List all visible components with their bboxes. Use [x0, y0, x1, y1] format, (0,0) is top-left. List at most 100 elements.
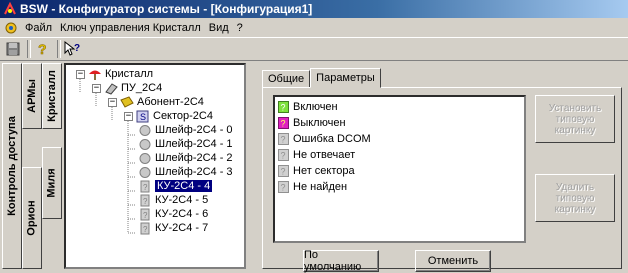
- key-icon: ?: [140, 180, 150, 192]
- tree-node-pu[interactable]: − ПУ_2С4: [92, 81, 162, 95]
- tag-icon: [105, 82, 118, 95]
- svg-text:?: ?: [281, 151, 286, 161]
- tab-orion[interactable]: Орион: [22, 167, 42, 269]
- gray-indicator-icon: ?: [278, 133, 289, 145]
- svg-text:S: S: [140, 112, 146, 122]
- tree-node-ku-7[interactable]: ? КУ-2С4 - 7: [138, 221, 208, 235]
- svg-text:?: ?: [143, 197, 148, 206]
- tab-strip: Общие Параметры: [262, 68, 381, 88]
- vertical-tab-area: Контроль доступа АРМы Кристалл Орион Мил…: [2, 63, 62, 269]
- svg-text:?: ?: [281, 119, 286, 129]
- menu-help[interactable]: ?: [233, 22, 247, 34]
- tree-node-ku-6[interactable]: ? КУ-2С4 - 6: [138, 207, 208, 221]
- loop-icon: [139, 124, 151, 136]
- tree-node-loop-1[interactable]: Шлейф-2С4 - 1: [138, 137, 233, 151]
- svg-text:?: ?: [281, 135, 286, 145]
- tab-milya[interactable]: Миля: [42, 147, 62, 219]
- system-menu-icon[interactable]: [4, 21, 18, 35]
- context-help-button[interactable]: ?: [64, 40, 82, 58]
- svg-text:?: ?: [281, 167, 286, 177]
- tree-node-label: Абонент-2С4: [137, 96, 204, 108]
- tree-node-loop-2[interactable]: Шлейф-2С4 - 2: [138, 151, 233, 165]
- menu-file[interactable]: Файл: [21, 22, 56, 34]
- state-item-no-response[interactable]: ? Не отвечает: [278, 148, 355, 162]
- tree-node-label: Шлейф-2С4 - 1: [155, 138, 233, 150]
- key-icon: ?: [140, 208, 150, 220]
- title-bar[interactable]: BSW - Конфигуратор системы - [Конфигурац…: [0, 0, 628, 18]
- tree-node-label: КУ-2С4 - 5: [155, 194, 209, 206]
- tree-node-sector[interactable]: − S Сектор-2С4: [124, 109, 213, 123]
- tab-milya-label: Миля: [46, 168, 58, 198]
- key-icon: ?: [140, 222, 150, 234]
- tree-node-ku-4[interactable]: ? КУ-2С4 - 4: [138, 179, 213, 193]
- tree-node-label: Шлейф-2С4 - 2: [155, 152, 233, 164]
- pane-splitter[interactable]: [246, 63, 256, 269]
- magenta-indicator-icon: ?: [278, 117, 289, 129]
- menu-crystal-key[interactable]: Ключ управления Кристалл: [56, 22, 205, 34]
- device-tree[interactable]: − Кристалл − ПУ_2С4 − Абонент-2С4 − S Се…: [64, 63, 246, 269]
- tree-node-subscriber[interactable]: − Абонент-2С4: [108, 95, 204, 109]
- loop-icon: [139, 152, 151, 164]
- toolbar-separator: [57, 40, 61, 58]
- state-item-off[interactable]: ? Выключен: [278, 116, 346, 130]
- tree-node-loop-3[interactable]: Шлейф-2С4 - 3: [138, 165, 233, 179]
- state-item-no-sector[interactable]: ? Нет сектора: [278, 164, 355, 178]
- green-indicator-icon: ?: [278, 101, 289, 113]
- save-button[interactable]: [4, 40, 22, 58]
- state-list[interactable]: ? Включен ? Выключен ? Ошибка DCOM ? Не …: [273, 95, 526, 243]
- tab-access-control-label: Контроль доступа: [6, 116, 18, 216]
- collapse-toggle[interactable]: −: [124, 111, 133, 121]
- svg-text:?: ?: [38, 41, 47, 57]
- tree-node-label: Шлейф-2С4 - 0: [155, 124, 233, 136]
- svg-text:?: ?: [281, 183, 286, 193]
- help-icon: ?: [38, 41, 47, 57]
- state-item-dcom-error[interactable]: ? Ошибка DCOM: [278, 132, 371, 146]
- collapse-toggle[interactable]: −: [76, 69, 85, 79]
- collapse-toggle[interactable]: −: [92, 83, 101, 93]
- state-label: Не отвечает: [293, 149, 356, 161]
- tab-kristall-label: Кристалл: [46, 70, 59, 122]
- state-item-on[interactable]: ? Включен: [278, 100, 338, 114]
- state-item-not-found[interactable]: ? Не найден: [278, 180, 347, 194]
- svg-text:?: ?: [281, 103, 286, 113]
- sector-icon: S: [136, 110, 149, 122]
- tab-general[interactable]: Общие: [262, 70, 311, 88]
- context-help-icon: ?: [64, 41, 80, 56]
- state-label: Включен: [293, 101, 338, 113]
- svg-text:?: ?: [143, 211, 148, 220]
- tab-panel-parameters: ? Включен ? Выключен ? Ошибка DCOM ? Не …: [262, 87, 622, 273]
- state-label: Ошибка DCOM: [293, 133, 371, 145]
- menu-view[interactable]: Вид: [205, 22, 233, 34]
- set-default-picture-button[interactable]: Установить типовую картинку: [535, 95, 615, 143]
- svg-text:?: ?: [74, 43, 80, 54]
- state-label: Нет сектора: [293, 165, 355, 177]
- tab-arm[interactable]: АРМы: [22, 63, 42, 129]
- subscriber-icon: [120, 95, 134, 108]
- toolbar-separator: [27, 40, 31, 58]
- delete-default-picture-button[interactable]: Удалить типовую картинку: [535, 174, 615, 222]
- tree-node-label: КУ-2С4 - 7: [155, 222, 209, 234]
- tree-node-ku-5[interactable]: ? КУ-2С4 - 5: [138, 193, 208, 207]
- save-icon: [6, 42, 20, 56]
- tree-node-label: КУ-2С4 - 6: [155, 208, 209, 220]
- gray-indicator-icon: ?: [278, 149, 289, 161]
- tab-parameters[interactable]: Параметры: [310, 68, 381, 88]
- tree-node-label: ПУ_2С4: [121, 82, 163, 94]
- svg-text:?: ?: [143, 225, 148, 234]
- tab-arm-label: АРМы: [26, 79, 39, 113]
- loop-icon: [139, 138, 151, 150]
- state-label: Выключен: [293, 117, 346, 129]
- collapse-toggle[interactable]: −: [108, 97, 117, 107]
- gray-indicator-icon: ?: [278, 165, 289, 177]
- properties-panel: Общие Параметры ? Включен ? Выключен ? О…: [256, 63, 628, 273]
- help-button[interactable]: ?: [34, 40, 52, 58]
- window-title: BSW - Конфигуратор системы - [Конфигурац…: [20, 2, 313, 16]
- tab-kristall[interactable]: Кристалл: [42, 63, 62, 129]
- tree-node-label: Шлейф-2С4 - 3: [155, 166, 233, 178]
- tree-node-loop-0[interactable]: Шлейф-2С4 - 0: [138, 123, 233, 137]
- gray-indicator-icon: ?: [278, 181, 289, 193]
- toolbar: ? ?: [0, 37, 628, 61]
- tree-node-kristall[interactable]: − Кристалл: [76, 67, 153, 81]
- tab-access-control[interactable]: Контроль доступа: [2, 63, 22, 269]
- tree-node-label-selected: КУ-2С4 - 4: [155, 180, 213, 192]
